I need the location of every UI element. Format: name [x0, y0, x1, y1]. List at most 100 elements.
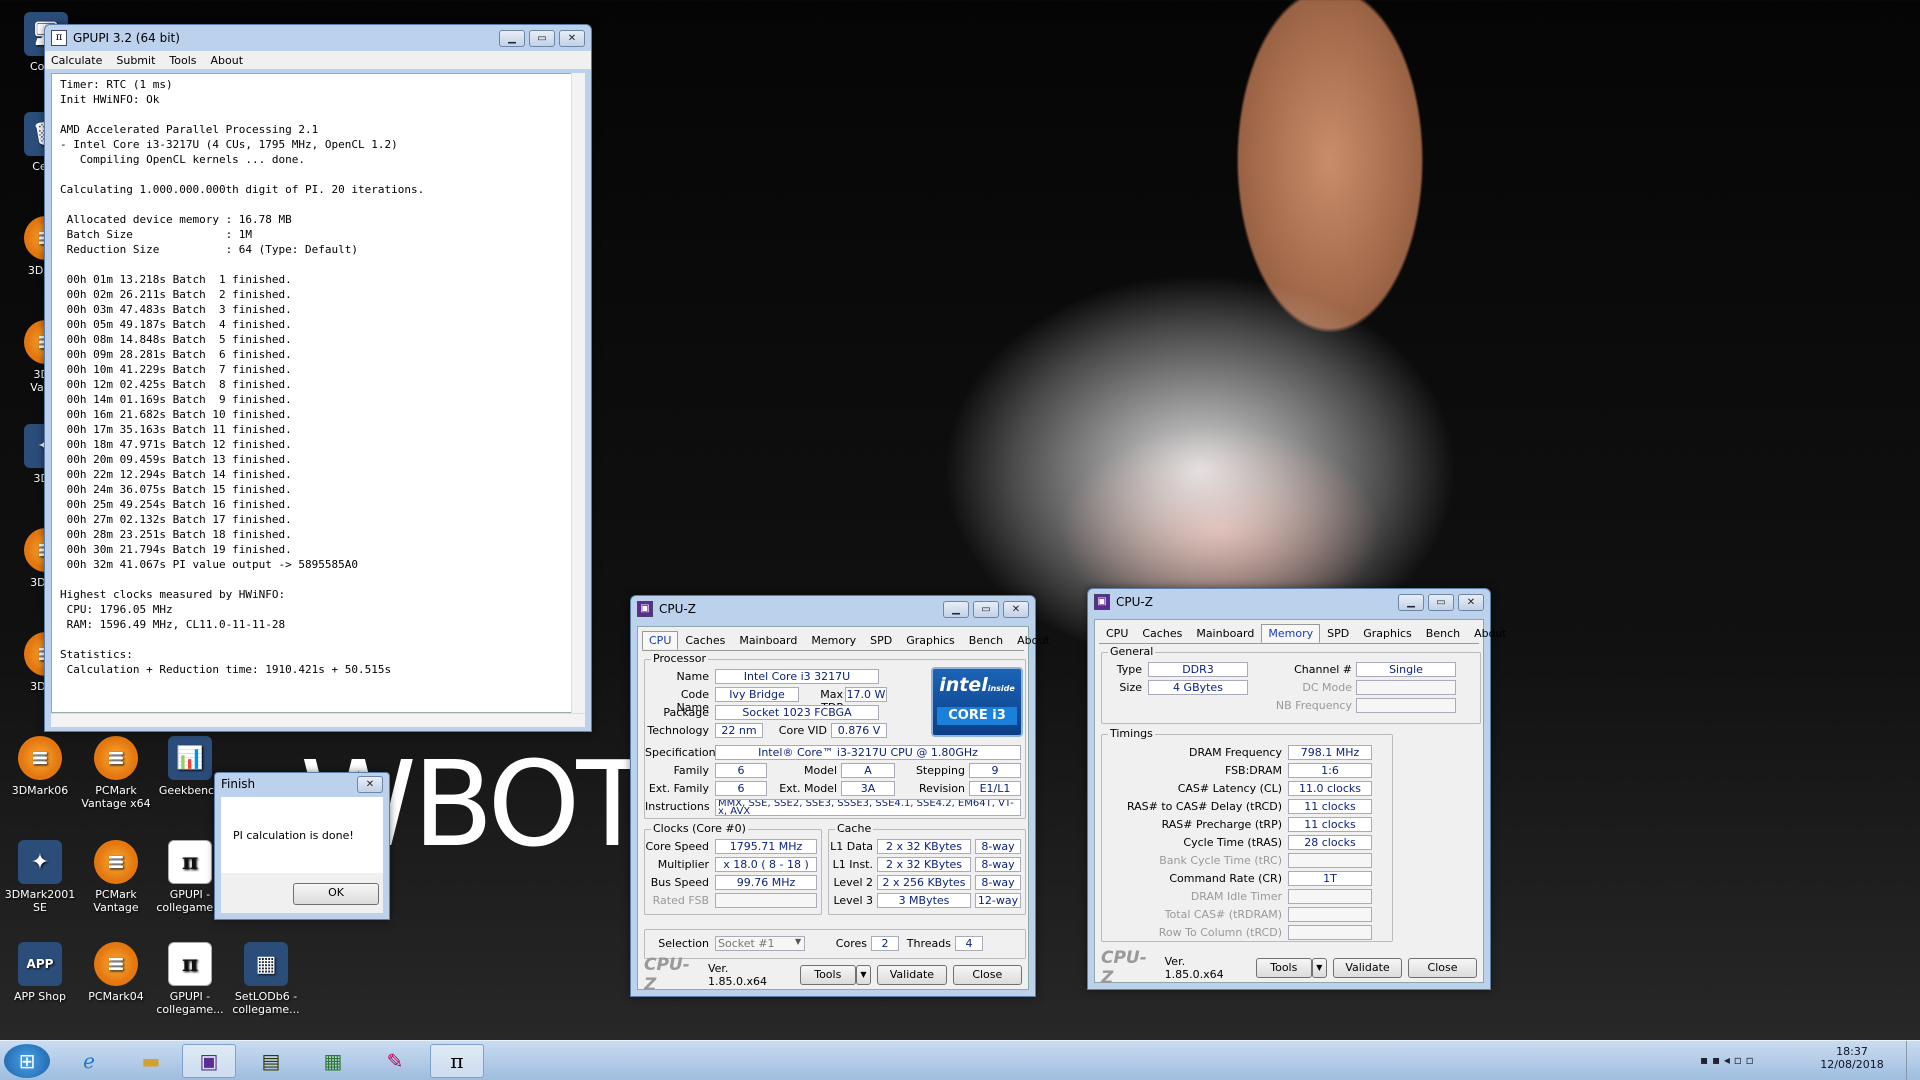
cpuz-memory-window[interactable]: ▣ CPU-Z ▁ ▭ ✕ CPU Caches Mainboard Memory SP… — [1087, 588, 1507, 990]
validate-button[interactable]: Validate — [877, 965, 947, 985]
tools-button[interactable]: Tools — [1256, 958, 1312, 978]
minimize-button[interactable]: ▁ — [1398, 593, 1424, 611]
tab-memory[interactable]: Memory — [804, 631, 863, 650]
trp-value: 11 clocks — [1288, 817, 1372, 832]
tab-about[interactable]: About — [1010, 631, 1057, 650]
menu-tools[interactable]: Tools — [169, 54, 196, 67]
tab-graphics[interactable]: Graphics — [1356, 624, 1419, 643]
maximize-button[interactable]: ▭ — [973, 600, 999, 618]
spec-value: Intel® Core™ i3-3217U CPU @ 1.80GHz — [715, 745, 1021, 760]
tab-caches[interactable]: Caches — [678, 631, 732, 650]
finish-close-button[interactable]: ✕ — [357, 775, 383, 793]
tab-mainboard[interactable]: Mainboard — [1189, 624, 1261, 643]
maximize-button[interactable]: ▭ — [1428, 593, 1454, 611]
hwinfo-taskbar-icon[interactable]: ▦ — [306, 1044, 360, 1078]
l2-assoc: 8-way — [975, 875, 1021, 890]
extfamily-label: Ext. Family — [648, 782, 709, 795]
busspeed-value: 99.76 MHz — [715, 875, 817, 890]
finish-dialog[interactable]: Finish ✕ PI calculation is done! OK — [214, 772, 390, 920]
clock[interactable]: 18:37 12/08/2018 — [1812, 1045, 1892, 1071]
l3-value: 3 MBytes — [877, 893, 971, 908]
close-button[interactable]: ✕ — [1458, 593, 1484, 611]
close-button[interactable]: ✕ — [1003, 600, 1029, 618]
model-value: A — [841, 763, 895, 778]
horizontal-scrollbar[interactable] — [51, 713, 585, 727]
gpuz-taskbar-icon[interactable]: ▤ — [244, 1044, 298, 1078]
menu-about[interactable]: About — [211, 54, 244, 67]
gpupi-menubar: Calculate Submit Tools About — [45, 51, 591, 69]
desktop-shortcut-icon: ≡ — [94, 840, 138, 884]
tab-cpu[interactable]: CPU — [642, 631, 679, 650]
close-window-button[interactable]: Close — [1408, 958, 1477, 978]
tab-cpu[interactable]: CPU — [1099, 624, 1135, 643]
maxtdp-value: 17.0 W — [845, 687, 887, 702]
desktop-icon[interactable]: ▦ SetLODb6 - collegame... — [226, 942, 306, 1016]
validate-button[interactable]: Validate — [1333, 958, 1402, 978]
desktop-icon[interactable]: ≡ PCMark04 — [76, 942, 156, 1003]
close-button[interactable]: ✕ — [559, 29, 585, 47]
tab-spd[interactable]: SPD — [863, 631, 899, 650]
gpupi-output-console[interactable]: Timer: RTC (1 ms) Init HWiNFO: Ok AMD Ac… — [51, 73, 585, 713]
fsbdram-label: FSB:DRAM — [1224, 764, 1282, 777]
trcd-value: 11 clocks — [1288, 799, 1372, 814]
tools-button[interactable]: Tools — [799, 965, 856, 985]
ratedfsb-value — [715, 893, 817, 908]
desktop-icon[interactable]: ≡ PCMark Vantage — [76, 840, 156, 914]
tab-bench[interactable]: Bench — [962, 631, 1010, 650]
desktop-icon[interactable]: APP APP Shop — [0, 942, 80, 1003]
minimize-button[interactable]: ▁ — [499, 29, 525, 47]
multiplier-label: Multiplier — [657, 858, 709, 871]
cpuz-taskbar-icon[interactable]: ▣ — [182, 1044, 236, 1078]
cl-value: 11.0 clocks — [1288, 781, 1372, 796]
internet-explorer-icon[interactable]: ℯ — [62, 1044, 116, 1078]
cache-group: Cache L1 Data 2 x 32 KBytes 8-way L1 Ins… — [828, 822, 1026, 915]
desktop-icon[interactable]: ≡ 3DMark06 — [0, 736, 80, 797]
tab-spd[interactable]: SPD — [1320, 624, 1356, 643]
cpuz-logo: CPU-Z — [644, 955, 690, 995]
l1d-assoc: 8-way — [975, 839, 1021, 854]
gpupi-taskbar-icon[interactable]: π — [430, 1044, 484, 1078]
cl-label: CAS# Latency (CL) — [1177, 782, 1282, 795]
desktop-icon[interactable]: ✦ 3DMark2001 SE — [0, 840, 80, 914]
l1d-value: 2 x 32 KBytes — [877, 839, 971, 854]
socket-select[interactable]: Socket #1 — [715, 936, 805, 951]
cpuz-cpu-titlebar[interactable]: ▣ CPU-Z ▁ ▭ ✕ — [631, 596, 1035, 622]
intel-core-i3-logo: intelinside CORE i3 — [931, 667, 1023, 737]
tab-graphics[interactable]: Graphics — [899, 631, 962, 650]
cpuz-cpu-window[interactable]: ▣ CPU-Z ▁ ▭ ✕ CPU Caches Mainboard Memory SP… — [630, 595, 1050, 997]
gpupi-window[interactable]: π GPUPI 3.2 (64 bit) ▁ ▭ ✕ Calculate Sub… — [44, 24, 592, 732]
menu-calculate[interactable]: Calculate — [51, 54, 102, 67]
ratedfsb-label: Rated FSB — [652, 894, 709, 907]
tab-mainboard[interactable]: Mainboard — [732, 631, 804, 650]
maximize-button[interactable]: ▭ — [529, 29, 555, 47]
tray-icons[interactable]: ▪ ▪ ◂ ▫ ▫ — [1700, 1053, 1754, 1067]
start-button[interactable]: ⊞ — [4, 1044, 50, 1078]
technology-label: Technology — [647, 724, 709, 737]
close-window-button[interactable]: Close — [952, 965, 1022, 985]
gpupi-titlebar[interactable]: π GPUPI 3.2 (64 bit) ▁ ▭ ✕ — [45, 25, 591, 51]
cpuz-mem-titlebar[interactable]: ▣ CPU-Z ▁ ▭ ✕ — [1088, 589, 1490, 615]
ok-button[interactable]: OK — [293, 883, 379, 905]
desktop-icon[interactable]: π GPUPI - collegame... — [150, 942, 230, 1016]
stepping-value: 9 — [969, 763, 1021, 778]
show-desktop-button[interactable] — [1906, 1041, 1920, 1080]
paint-taskbar-icon[interactable]: ✎ — [368, 1044, 422, 1078]
menu-submit[interactable]: Submit — [116, 54, 155, 67]
technology-value: 22 nm — [715, 723, 763, 738]
tools-dropdown-icon[interactable]: ▼ — [1311, 958, 1327, 978]
taskbar: ⊞ ℯ ▬ ▣ ▤ ▦ ✎ π ▪ ▪ ◂ ▫ ▫ 18:37 12/08/20… — [0, 1040, 1920, 1080]
minimize-button[interactable]: ▁ — [943, 600, 969, 618]
desktop-icon-label: PCMark Vantage — [93, 888, 139, 914]
tab-bench[interactable]: Bench — [1419, 624, 1467, 643]
l2-value: 2 x 256 KBytes — [877, 875, 971, 890]
vertical-scrollbar[interactable] — [571, 73, 585, 713]
desktop-icon-label: APP Shop — [14, 990, 66, 1003]
tab-caches[interactable]: Caches — [1135, 624, 1189, 643]
dcmode-label: DC Mode — [1302, 681, 1352, 694]
tab-about[interactable]: About — [1467, 624, 1514, 643]
explorer-folder-icon[interactable]: ▬ — [124, 1044, 178, 1078]
tools-dropdown-icon[interactable]: ▼ — [855, 965, 872, 985]
chevron-down-icon[interactable]: ▼ — [795, 937, 801, 946]
desktop-icon[interactable]: ≡ PCMark Vantage x64 — [76, 736, 156, 810]
tab-memory[interactable]: Memory — [1261, 624, 1321, 643]
